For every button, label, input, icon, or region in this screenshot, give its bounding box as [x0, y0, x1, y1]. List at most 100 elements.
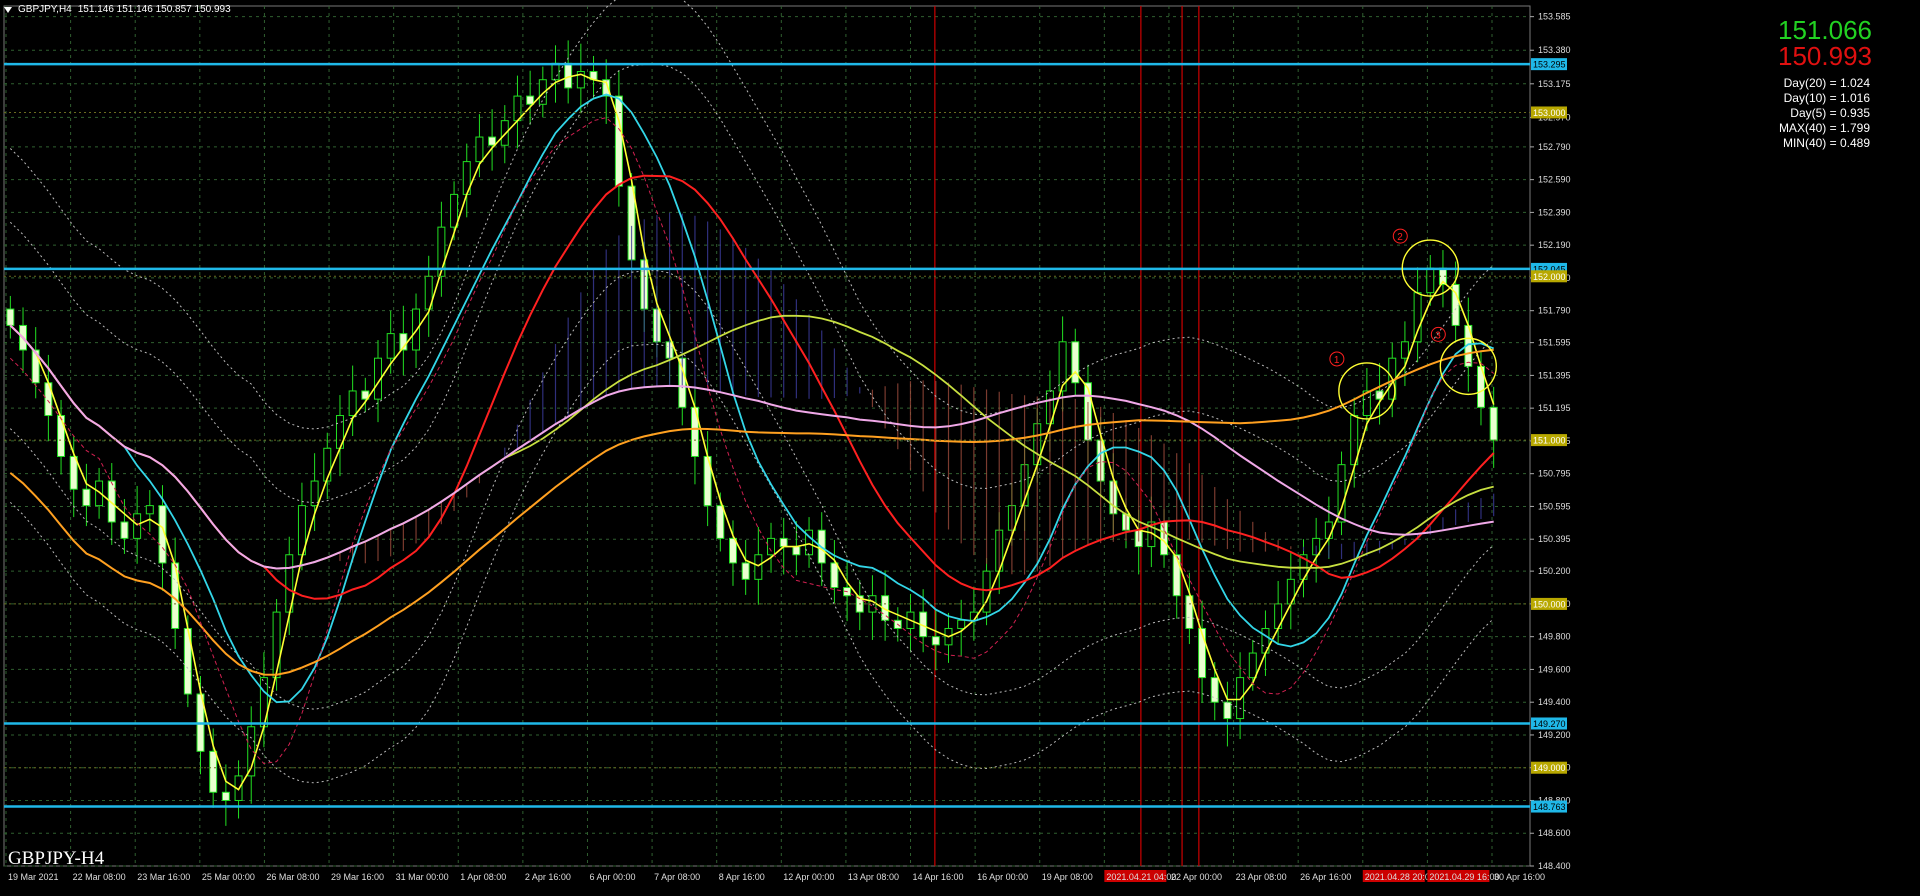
candle-body: [1071, 341, 1080, 384]
stat-max40: MAX(40) = 1.799: [1778, 121, 1870, 135]
candle-body: [145, 505, 154, 515]
bid-price: 150.993: [1778, 41, 1872, 71]
y-tick-label: 153.175: [1538, 79, 1571, 89]
x-tick-label: 26 Mar 08:00: [266, 872, 319, 882]
x-tick-label: 2021.04.28 20:00: [1365, 872, 1435, 882]
candle-body: [1413, 292, 1422, 343]
stat-day5: Day(5) = 0.935: [1790, 106, 1870, 120]
x-tick-label: 2021.04.21 04:00: [1106, 872, 1176, 882]
stat-min40: MIN(40) = 0.489: [1782, 136, 1870, 150]
y-tick-label: 150.200: [1538, 566, 1571, 576]
y-tick-label: 149.600: [1538, 664, 1571, 674]
y-tick-label: 150.395: [1538, 534, 1571, 544]
candle-body: [221, 791, 230, 801]
candle-body: [1324, 521, 1333, 539]
y-tick-label: 152.590: [1538, 175, 1571, 185]
x-tick-label: 19 Mar 2021: [8, 872, 59, 882]
candle-body: [716, 505, 725, 539]
candle-body: [488, 136, 497, 146]
x-tick-label: 19 Apr 08:00: [1042, 872, 1093, 882]
x-tick-label: 2021.04.29 16:00: [1429, 872, 1499, 882]
candle-body: [779, 537, 788, 548]
candle-body: [614, 95, 623, 187]
y-tick-label: 151.790: [1538, 306, 1571, 316]
price-tag-label: 151.000: [1533, 436, 1566, 446]
marker-number: 2: [1397, 232, 1403, 243]
stat-day20: Day(20) = 1.024: [1783, 76, 1870, 90]
chart-area[interactable]: 153.585153.380153.175152.970152.790152.5…: [0, 0, 1920, 891]
x-tick-label: 22 Apr 00:00: [1171, 872, 1222, 882]
candle-body: [386, 333, 395, 359]
ma-cyan: [9, 93, 1495, 704]
candle-body: [1248, 652, 1257, 679]
candle-body: [1223, 701, 1232, 720]
x-tick-label: 8 Apr 16:00: [719, 872, 765, 882]
plot-frame: [3, 5, 1531, 867]
stat-day10: Day(10) = 1.016: [1783, 91, 1870, 105]
x-tick-label: 31 Mar 00:00: [396, 872, 449, 882]
candle-body: [57, 415, 66, 457]
x-tick-label: 12 Apr 00:00: [783, 872, 834, 882]
y-tick-label: 148.600: [1538, 828, 1571, 838]
x-tick-label: 13 Apr 08:00: [848, 872, 899, 882]
y-tick-label: 152.390: [1538, 207, 1571, 217]
symbol-label: GBPJPY,H4: [18, 4, 72, 15]
candle-body: [792, 546, 801, 556]
candle-body: [120, 521, 129, 539]
y-tick-label: 148.400: [1538, 861, 1571, 871]
candle-body: [133, 513, 142, 539]
candle-body: [475, 136, 484, 163]
candle-body: [957, 619, 966, 629]
chart-header: GBPJPY,H4 151.146 151.146 150.857 150.99…: [4, 4, 231, 15]
candle-body: [551, 62, 560, 81]
ohlc-readout: 151.146 151.146 150.857 150.993: [77, 4, 231, 15]
candle-body: [348, 390, 357, 417]
y-tick-label: 149.200: [1538, 730, 1571, 740]
price-tag-label: 148.763: [1533, 802, 1566, 812]
candle-body: [209, 750, 218, 793]
x-tick-label: 26 Apr 16:00: [1300, 872, 1351, 882]
price-tag-label: 153.295: [1533, 60, 1566, 70]
x-tick-label: 7 Apr 08:00: [654, 872, 700, 882]
price-tag-label: 149.000: [1533, 763, 1566, 773]
candle-body: [1236, 677, 1245, 720]
x-tick-label: 29 Mar 16:00: [331, 872, 384, 882]
candle-body: [564, 62, 573, 89]
x-tick-label: 1 Apr 08:00: [460, 872, 506, 882]
y-tick-label: 150.595: [1538, 501, 1571, 511]
x-tick-label: 2 Apr 16:00: [525, 872, 571, 882]
candle-body: [1489, 406, 1498, 441]
marker-number: 3: [1435, 330, 1441, 341]
candle-body: [323, 447, 332, 482]
ask-price: 151.066: [1778, 15, 1872, 45]
y-tick-label: 151.195: [1538, 403, 1571, 413]
marker-number: 1: [1334, 355, 1340, 366]
candle-body: [1426, 267, 1435, 294]
cloud-group: [339, 212, 1495, 575]
candle-body: [754, 554, 763, 580]
ma-orange: [9, 348, 1494, 676]
candle-body: [450, 193, 459, 228]
candle-body: [500, 120, 509, 146]
candle-body: [1400, 341, 1409, 359]
candle-body: [931, 636, 940, 646]
dropdown-triangle-icon[interactable]: [4, 6, 12, 13]
price-tag-label: 149.270: [1533, 719, 1566, 729]
price-tag-label: 150.000: [1533, 599, 1566, 609]
y-tick-label: 150.795: [1538, 469, 1571, 479]
x-tick-label: 6 Apr 00:00: [589, 872, 635, 882]
y-tick-label: 152.190: [1538, 240, 1571, 250]
x-tick-label: 16 Apr 00:00: [977, 872, 1028, 882]
y-tick-label: 152.790: [1538, 142, 1571, 152]
ma-red: [9, 174, 1495, 600]
candle-body: [526, 95, 535, 105]
candle-group: [6, 40, 1498, 826]
x-tick-label: 25 Mar 00:00: [202, 872, 255, 882]
candle-body: [1172, 554, 1181, 597]
y-tick-label: 149.800: [1538, 632, 1571, 642]
chart-watermark: GBPJPY-H4: [8, 848, 105, 869]
x-tick-label: 14 Apr 16:00: [913, 872, 964, 882]
ma-lime: [9, 314, 1494, 570]
candle-body: [741, 562, 750, 580]
y-tick-label: 151.395: [1538, 370, 1571, 380]
